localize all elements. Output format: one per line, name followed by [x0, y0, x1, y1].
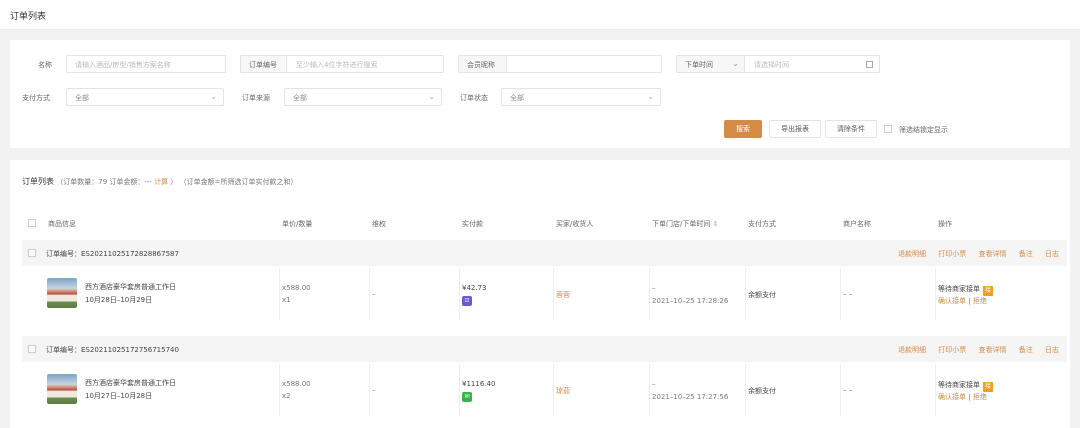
- table-row: 西方酒店豪华套房普通工作日 10月28日–10月29日 x588.00 x1 –…: [22, 268, 1067, 320]
- col-paid: 实付款: [462, 220, 483, 228]
- name-input[interactable]: 请输入酒品/房型/销售方案名称: [66, 55, 226, 73]
- calendar-icon: [866, 61, 873, 68]
- select-all-checkbox[interactable]: [28, 219, 36, 227]
- chevron-down-icon: ⌄: [428, 92, 435, 101]
- log-link[interactable]: 日志: [1045, 250, 1059, 258]
- order-status-label: 订单状态: [460, 94, 488, 102]
- log-link[interactable]: 日志: [1045, 346, 1059, 354]
- col-rights: 维权: [372, 220, 386, 228]
- order-source-label: 订单来源: [242, 94, 270, 102]
- member-nickname-prefix: 会员昵称: [459, 56, 507, 72]
- table-row: 西方酒店豪华套房普通工作日 10月27日–10月28日 x588.00 x2 –…: [22, 364, 1067, 416]
- order-header: 订单编号：ES20211025172756715740 退款明细 打印小票 查看…: [22, 336, 1067, 362]
- paid-amount: ¥42.73: [462, 284, 487, 292]
- view-detail-link[interactable]: 查看详情: [979, 346, 1007, 354]
- view-detail-link[interactable]: 查看详情: [979, 250, 1007, 258]
- order-time-picker[interactable]: 下单时间 ⌄ 请选择时间: [676, 55, 880, 73]
- calculate-link[interactable]: 计算: [154, 178, 168, 186]
- col-store-time[interactable]: 下单门店/下单时间 ⇕: [652, 219, 718, 229]
- buyer-name[interactable]: 琼茹: [556, 386, 570, 396]
- rights-value: –: [372, 386, 376, 394]
- product-name: 西方酒店豪华套房普通工作日: [85, 379, 176, 387]
- pay-method-select[interactable]: 全部 ⌄: [66, 88, 224, 106]
- refund-detail-link[interactable]: 退款明细: [898, 346, 926, 354]
- table-header: 商品信息 单价/数量 维权 实付款 买家/收货人 下单门店/下单时间 ⇕ 支付方…: [10, 210, 1070, 236]
- order-checkbox[interactable]: [28, 345, 36, 353]
- filter-locked-checkbox[interactable]: [884, 125, 892, 133]
- reject-link[interactable]: 拒绝: [973, 297, 987, 305]
- remark-link[interactable]: 备注: [1019, 250, 1033, 258]
- product-thumbnail: [47, 278, 77, 308]
- order-number: 订单编号：ES20211025172756715740: [46, 346, 179, 354]
- pay-method: 余额支付: [748, 387, 776, 395]
- store-name: –: [652, 380, 656, 388]
- product-thumbnail: [47, 374, 77, 404]
- order-time: 2021–10–25 17:28:26: [652, 297, 729, 305]
- reject-link[interactable]: 拒绝: [973, 393, 987, 401]
- unit-price: x588.00: [282, 380, 311, 388]
- pay-method-label: 支付方式: [22, 94, 50, 102]
- quantity: x2: [282, 392, 291, 400]
- accept-badge-icon: 接: [983, 286, 993, 296]
- chevron-down-icon: ⌄: [732, 59, 739, 68]
- product-dates: 10月27日–10月28日: [85, 392, 153, 400]
- col-price-qty: 单价/数量: [282, 220, 313, 228]
- order-list: 订单列表 （订单数量：79 订单金额：--- 计算 ） （订单金额=所筛选订单实…: [10, 160, 1070, 428]
- chevron-down-icon: ⌄: [210, 92, 217, 101]
- chevron-down-icon: ⌄: [647, 92, 654, 101]
- order-number: 订单编号：ES20211025172828867587: [46, 250, 179, 258]
- col-product: 商品信息: [48, 220, 76, 228]
- page-title: 订单列表: [10, 12, 47, 22]
- time-type-select[interactable]: 下单时间 ⌄: [677, 56, 745, 72]
- order-page: 订单列表 名称 请输入酒品/房型/销售方案名称 订单编号 至少输入4位字符进行搜…: [0, 0, 1080, 428]
- remark-link[interactable]: 备注: [1019, 346, 1033, 354]
- page-header: 订单列表: [0, 0, 1080, 30]
- store-name: –: [652, 284, 656, 292]
- order-status: 等待商家接单接: [938, 381, 993, 392]
- print-receipt-link[interactable]: 打印小票: [938, 250, 966, 258]
- accept-badge-icon: 接: [983, 382, 993, 392]
- order-checkbox[interactable]: [28, 249, 36, 257]
- rights-value: –: [372, 290, 376, 298]
- card-icon: ⊡: [462, 296, 472, 306]
- name-label: 名称: [38, 61, 52, 69]
- col-buyer: 买家/收货人: [556, 220, 594, 228]
- merchant-name: – –: [843, 386, 853, 394]
- order-no-prefix: 订单编号: [241, 56, 287, 72]
- unit-price: x588.00: [282, 284, 311, 292]
- col-pay-method: 支付方式: [748, 220, 776, 228]
- confirm-accept-link[interactable]: 确认接单: [938, 297, 966, 305]
- refund-detail-link[interactable]: 退款明细: [898, 250, 926, 258]
- col-merchant: 商户名称: [843, 220, 871, 228]
- order-actions: 退款明细 打印小票 查看详情 备注 日志: [888, 249, 1059, 259]
- col-actions: 操作: [938, 220, 952, 228]
- sort-icon: ⇕: [712, 220, 719, 228]
- row-actions: 确认接单 | 拒绝: [938, 393, 987, 401]
- member-nickname-input[interactable]: 会员昵称: [458, 55, 662, 73]
- order-status: 等待商家接单接: [938, 285, 993, 296]
- quantity: x1: [282, 296, 291, 304]
- order-no-input[interactable]: 订单编号 至少输入4位字符进行搜索: [240, 55, 444, 73]
- filter-panel: 名称 请输入酒品/房型/销售方案名称 订单编号 至少输入4位字符进行搜索 会员昵…: [10, 40, 1070, 148]
- wechat-icon: ✉: [462, 392, 472, 402]
- export-report-button[interactable]: 导出报表: [769, 120, 821, 138]
- order-header: 订单编号：ES20211025172828867587 退款明细 打印小票 查看…: [22, 240, 1067, 266]
- row-actions: 确认接单 | 拒绝: [938, 297, 987, 305]
- print-receipt-link[interactable]: 打印小票: [938, 346, 966, 354]
- search-button[interactable]: 搜索: [724, 120, 762, 138]
- order-time: 2021–10–25 17:27:56: [652, 393, 729, 401]
- pay-method: 余额支付: [748, 291, 776, 299]
- filter-locked-label: 筛选结锁定显示: [899, 126, 948, 134]
- order-source-select[interactable]: 全部 ⌄: [284, 88, 442, 106]
- buyer-name[interactable]: 蓉蓉: [556, 290, 570, 300]
- paid-amount: ¥1116.40: [462, 380, 496, 388]
- product-name: 西方酒店豪华套房普通工作日: [85, 283, 176, 291]
- clear-conditions-button[interactable]: 清除条件: [825, 120, 877, 138]
- order-actions: 退款明细 打印小票 查看详情 备注 日志: [888, 345, 1059, 355]
- confirm-accept-link[interactable]: 确认接单: [938, 393, 966, 401]
- order-status-select[interactable]: 全部 ⌄: [501, 88, 661, 106]
- order-summary: 订单列表 （订单数量：79 订单金额：--- 计算 ） （订单金额=所筛选订单实…: [22, 177, 298, 186]
- merchant-name: – –: [843, 290, 853, 298]
- product-dates: 10月28日–10月29日: [85, 296, 153, 304]
